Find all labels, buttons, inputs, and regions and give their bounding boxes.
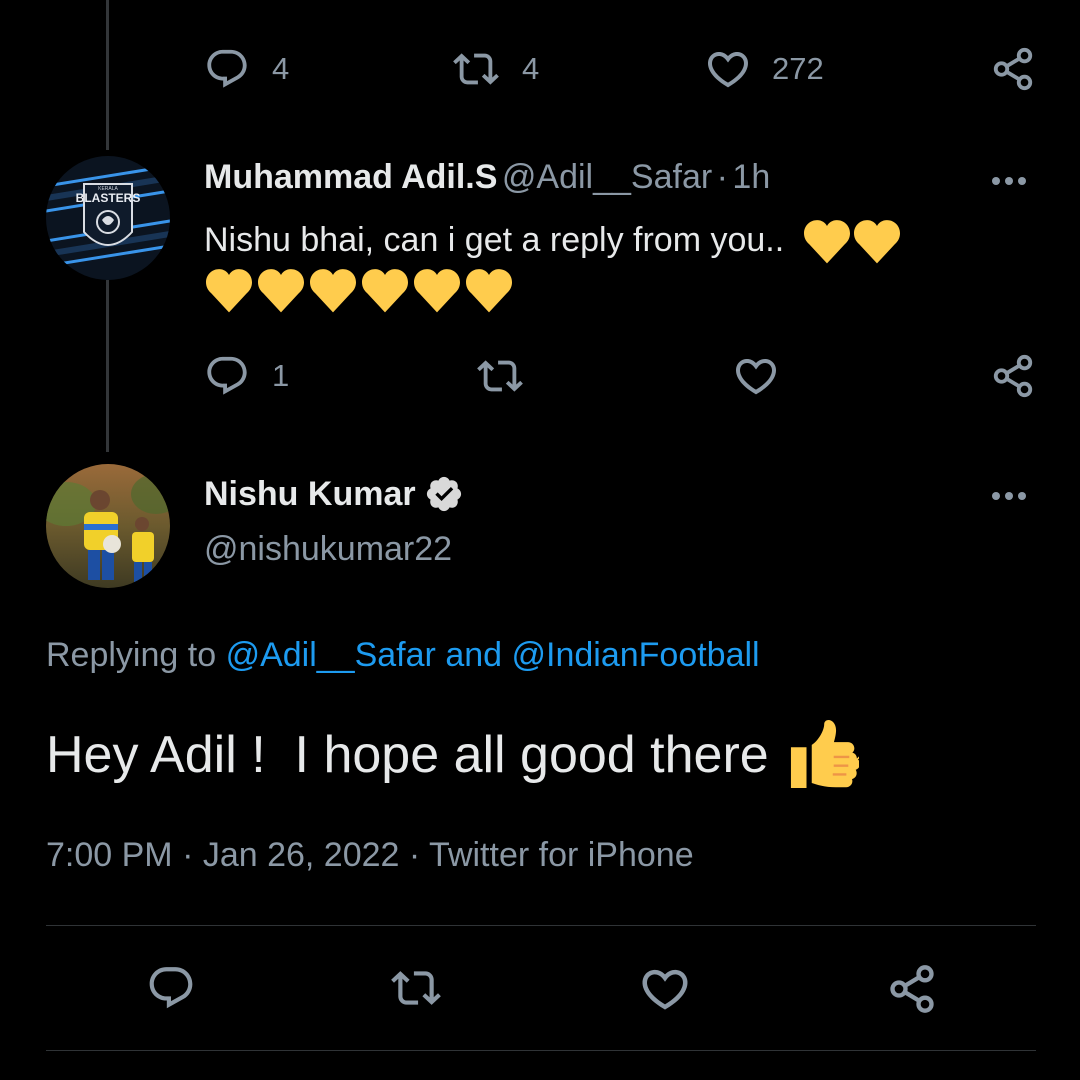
divider-top xyxy=(46,925,1036,926)
thumbs-up-emoji xyxy=(790,719,859,789)
more-options-button[interactable] xyxy=(992,177,1026,185)
avatar-nishu[interactable] xyxy=(46,464,170,588)
reply-tweet-header: Muhammad Adil.S @Adil__Safar · 1h xyxy=(204,158,770,197)
reply-tweet-text: Nishu bhai, can i get a reply from you.. xyxy=(204,221,785,259)
tweet-timestamp[interactable]: 7:00 PM · Jan 26, 2022 · Twitter for iPh… xyxy=(46,836,694,875)
share-icon xyxy=(886,963,938,1015)
top-retweet-count: 4 xyxy=(522,51,540,86)
user-handle[interactable]: @nishukumar22 xyxy=(204,530,452,569)
divider-bottom xyxy=(46,1050,1036,1051)
top-reply-count: 4 xyxy=(272,51,290,86)
more-options-button[interactable] xyxy=(992,492,1026,500)
reply-reply-count: 1 xyxy=(272,358,290,393)
display-name[interactable]: Muhammad Adil.S xyxy=(204,158,497,196)
header-separator: · xyxy=(716,158,728,196)
heart-icon xyxy=(638,962,692,1016)
retweet-icon xyxy=(476,353,524,399)
reply-tweet-body: Nishu bhai, can i get a reply from you.. xyxy=(204,214,1024,266)
thread-line-top xyxy=(106,0,109,150)
thread-line-middle xyxy=(106,280,109,452)
top-like-button[interactable]: 272 xyxy=(704,45,824,93)
more-options-icon xyxy=(992,177,1000,185)
yellow-heart-emoji xyxy=(360,268,410,314)
profile-photo xyxy=(46,464,170,588)
main-reply-button[interactable] xyxy=(146,963,196,1013)
more-dot xyxy=(1005,177,1013,185)
main-retweet-button[interactable] xyxy=(390,963,442,1013)
main-share-button[interactable] xyxy=(886,963,938,1015)
reply-reply-button[interactable]: 1 xyxy=(204,353,289,399)
reply-like-button[interactable] xyxy=(732,352,780,400)
avatar-adil[interactable]: BLASTERS KERALA xyxy=(46,156,170,280)
yellow-heart-emoji xyxy=(308,268,358,314)
yellow-heart-emoji xyxy=(256,268,306,314)
main-tweet-text: Hey Adil ! I hope all good there xyxy=(46,726,769,784)
top-retweet-button[interactable]: 4 xyxy=(452,46,539,92)
kerala-blasters-logo-icon: BLASTERS KERALA xyxy=(46,156,170,280)
replying-user-link[interactable]: @IndianFootball xyxy=(512,636,760,674)
yellow-heart-emoji xyxy=(204,268,254,314)
retweet-icon xyxy=(390,963,442,1013)
yellow-heart-emoji xyxy=(852,219,902,265)
more-options-icon xyxy=(992,492,1000,500)
reply-share-button[interactable] xyxy=(990,353,1036,399)
main-like-button[interactable] xyxy=(638,962,692,1016)
replying-user-link[interactable]: @Adil__Safar xyxy=(226,636,436,674)
replying-prefix: Replying to xyxy=(46,636,217,674)
top-reply-button[interactable]: 4 xyxy=(204,46,289,92)
avatar-logo-text: BLASTERS xyxy=(76,191,141,205)
reply-icon xyxy=(146,963,196,1013)
reply-retweet-button[interactable] xyxy=(476,353,524,399)
reply-icon xyxy=(204,46,250,92)
top-like-count: 272 xyxy=(772,51,824,86)
heart-icon xyxy=(704,45,752,93)
tweet-time[interactable]: 1h xyxy=(732,158,770,196)
more-dot xyxy=(1005,492,1013,500)
reply-tweet-emoji-row xyxy=(204,268,514,314)
top-share-button[interactable] xyxy=(990,46,1036,92)
user-handle[interactable]: @Adil__Safar xyxy=(502,158,712,196)
reply-icon xyxy=(204,353,250,399)
more-dot xyxy=(1018,177,1026,185)
replying-to-line: Replying to @Adil__Safar and @IndianFoot… xyxy=(46,636,760,675)
share-icon xyxy=(990,46,1036,92)
heart-icon xyxy=(732,352,780,400)
main-tweet-body: Hey Adil ! I hope all good there xyxy=(46,718,859,792)
share-icon xyxy=(990,353,1036,399)
avatar-logo-subtext: KERALA xyxy=(98,186,118,192)
yellow-heart-emoji xyxy=(464,268,514,314)
verified-badge-icon xyxy=(426,476,461,512)
retweet-icon xyxy=(452,46,500,92)
main-tweet-header: Nishu Kumar xyxy=(204,474,464,514)
display-name[interactable]: Nishu Kumar xyxy=(204,475,416,514)
replying-and: and xyxy=(445,636,503,674)
yellow-heart-emoji xyxy=(802,219,852,265)
yellow-heart-emoji xyxy=(412,268,462,314)
more-dot xyxy=(1018,492,1026,500)
